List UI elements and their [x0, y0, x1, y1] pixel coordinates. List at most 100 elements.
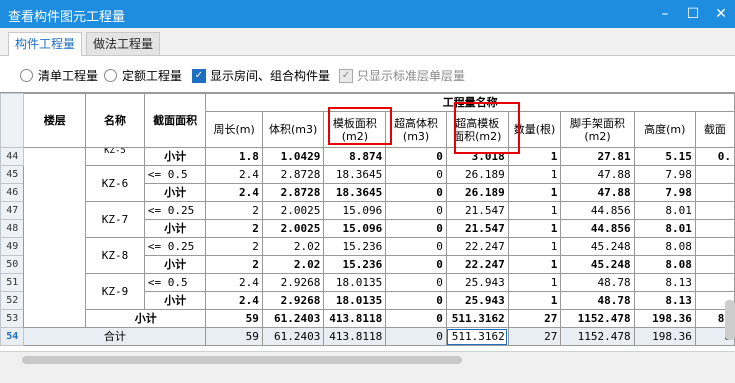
table-row[interactable]: 44 KZ-5 小计 1.8 1.0429 8.874 0 3.018 1 27.81 5.15 0.: [0, 147, 735, 328]
radio-quota-quantity[interactable]: 定额工程量: [104, 67, 182, 84]
value-cell[interactable]: 22.247: [445, 237, 509, 256]
value-cell[interactable]: [694, 237, 735, 256]
value-cell[interactable]: 0: [385, 165, 447, 184]
value-cell[interactable]: 18.0135: [323, 291, 387, 310]
value-cell[interactable]: 44.856: [560, 219, 635, 238]
value-cell[interactable]: [694, 165, 735, 184]
value-cell[interactable]: 15.096: [323, 201, 387, 220]
total-value[interactable]: 198.36: [633, 327, 696, 346]
value-cell[interactable]: 1: [507, 291, 562, 310]
value-cell[interactable]: 7.98: [633, 165, 696, 184]
value-cell[interactable]: 1: [507, 165, 562, 184]
radio-bill-quantity[interactable]: 清单工程量: [20, 67, 98, 84]
value-cell[interactable]: 8.08: [633, 255, 696, 274]
value-cell[interactable]: 5.15: [633, 147, 696, 166]
total-value[interactable]: 61.2403: [261, 327, 325, 346]
table-row[interactable]: 51 KZ-9 <= 0.5 2.4 2.9268 18.0135 0 25.943 1 48.7…: [0, 273, 735, 310]
tab-component-quantity[interactable]: 构件工程量: [8, 32, 83, 56]
subtotal-value[interactable]: 511.3162: [445, 309, 509, 328]
value-cell[interactable]: 1: [507, 219, 562, 238]
total-value[interactable]: 27: [507, 327, 562, 346]
value-cell[interactable]: 26.189: [445, 183, 509, 202]
table-row[interactable]: 47 KZ-7 <= 0.25 2 2.0025 15.096 0 21.547 1 44.856…: [0, 201, 735, 238]
vertical-scrollbar-thumb[interactable]: [725, 300, 735, 340]
value-cell[interactable]: 0: [385, 255, 447, 274]
quantity-grid[interactable]: 楼层 名称 截面面积 工程量名称 周长(m) 体积(m3) 模板面积(m2) 超高体积…: [0, 92, 735, 352]
check-standard-floor[interactable]: ✓ 只显示标准层单层量: [339, 67, 465, 84]
table-row[interactable]: 49 KZ-8 <= 0.25 2 2.02 15.236 0 22.247 1 45.248 8.…: [0, 237, 735, 274]
subtotal-value[interactable]: 1152.478: [560, 309, 635, 328]
value-cell[interactable]: 0: [385, 273, 447, 292]
value-cell[interactable]: 45.248: [560, 237, 635, 256]
value-cell[interactable]: 2.9268: [261, 273, 325, 292]
value-cell[interactable]: [694, 273, 735, 292]
value-cell[interactable]: 27.81: [560, 147, 635, 166]
value-cell[interactable]: 2.4: [205, 183, 263, 202]
value-cell[interactable]: 0: [385, 183, 447, 202]
value-cell[interactable]: 0: [385, 219, 447, 238]
value-cell[interactable]: 2: [205, 201, 263, 220]
subtotal-value[interactable]: 198.36: [633, 309, 696, 328]
value-cell[interactable]: 2.4: [205, 273, 263, 292]
value-cell[interactable]: 47.88: [560, 165, 635, 184]
value-cell[interactable]: 2.02: [261, 255, 325, 274]
subtotal-value[interactable]: 27: [507, 309, 562, 328]
value-cell[interactable]: 2.4: [205, 291, 263, 310]
selected-cell[interactable]: 511.3162: [445, 327, 509, 346]
value-cell[interactable]: 26.189: [445, 165, 509, 184]
value-cell[interactable]: 2.8728: [261, 183, 325, 202]
value-cell[interactable]: 15.096: [323, 219, 387, 238]
horizontal-scrollbar[interactable]: [0, 351, 735, 368]
maximize-icon[interactable]: ☐: [679, 0, 707, 28]
value-cell[interactable]: 8.13: [633, 291, 696, 310]
subtotal-row[interactable]: 53 小计 59 61.2403 413.8118 0 511.3162 27 1152.478…: [0, 309, 735, 328]
value-cell[interactable]: 2: [205, 219, 263, 238]
value-cell[interactable]: 47.88: [560, 183, 635, 202]
value-cell[interactable]: 18.3645: [323, 165, 387, 184]
value-cell[interactable]: 8.874: [323, 147, 387, 166]
value-cell[interactable]: 0: [385, 147, 447, 166]
value-cell[interactable]: 0: [385, 291, 447, 310]
value-cell[interactable]: 21.547: [445, 201, 509, 220]
value-cell[interactable]: 18.0135: [323, 273, 387, 292]
subtotal-value[interactable]: 0: [385, 309, 447, 328]
value-cell[interactable]: 18.3645: [323, 183, 387, 202]
value-cell[interactable]: 2.8728: [261, 165, 325, 184]
value-cell[interactable]: 2.02: [261, 237, 325, 256]
value-cell[interactable]: 1: [507, 237, 562, 256]
value-cell[interactable]: 8.08: [633, 237, 696, 256]
value-cell[interactable]: 45.248: [560, 255, 635, 274]
value-cell[interactable]: 1: [507, 201, 562, 220]
value-cell[interactable]: 22.247: [445, 255, 509, 274]
total-value[interactable]: 0: [385, 327, 447, 346]
subtotal-value[interactable]: 59: [205, 309, 263, 328]
value-cell[interactable]: 25.943: [445, 273, 509, 292]
value-cell[interactable]: 2: [205, 237, 263, 256]
tab-method-quantity[interactable]: 做法工程量: [86, 32, 161, 55]
value-cell[interactable]: 2.0025: [261, 219, 325, 238]
total-value[interactable]: 59: [205, 327, 263, 346]
value-cell[interactable]: 1: [507, 273, 562, 292]
value-cell[interactable]: [694, 183, 735, 202]
value-cell[interactable]: 0.: [694, 147, 735, 166]
value-cell[interactable]: 15.236: [323, 237, 387, 256]
close-icon[interactable]: ✕: [707, 0, 735, 28]
value-cell[interactable]: [694, 219, 735, 238]
value-cell[interactable]: 8.01: [633, 201, 696, 220]
total-value[interactable]: 1152.478: [560, 327, 635, 346]
value-cell[interactable]: [694, 255, 735, 274]
value-cell[interactable]: 7.98: [633, 183, 696, 202]
total-value[interactable]: 413.8118: [323, 327, 387, 346]
subtotal-value[interactable]: 61.2403: [261, 309, 325, 328]
value-cell[interactable]: 48.78: [560, 273, 635, 292]
value-cell[interactable]: 0: [385, 237, 447, 256]
value-cell[interactable]: 2.9268: [261, 291, 325, 310]
value-cell[interactable]: 8.01: [633, 219, 696, 238]
value-cell[interactable]: 1.8: [205, 147, 263, 166]
total-row[interactable]: 54 合计 59 61.2403 413.8118 0 511.3162 27 1152.478…: [0, 327, 735, 346]
value-cell[interactable]: 2: [205, 255, 263, 274]
value-cell[interactable]: 1: [507, 183, 562, 202]
value-cell[interactable]: 48.78: [560, 291, 635, 310]
subtotal-value[interactable]: 413.8118: [323, 309, 387, 328]
value-cell[interactable]: 0: [385, 201, 447, 220]
